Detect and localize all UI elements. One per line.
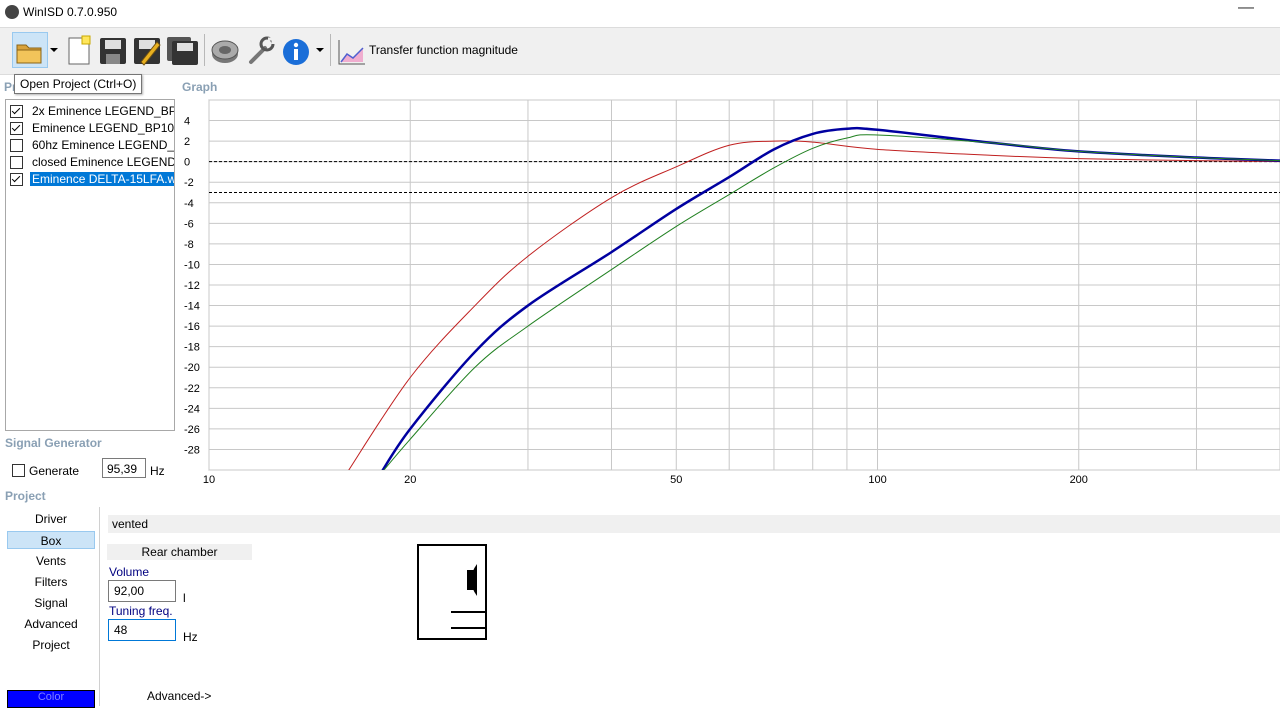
driver-editor-button[interactable] [209, 32, 241, 68]
y-tick-label: 0 [184, 157, 190, 169]
transfer-function-graph[interactable]: 420-2-4-6-8-10-12-14-16-18-20-22-24-26-2… [175, 95, 1280, 490]
generate-checkbox[interactable] [12, 464, 25, 477]
project-name: 60hz Eminence LEGEND_BP [32, 138, 175, 152]
about-button[interactable] [281, 32, 313, 68]
x-tick-label: 200 [1070, 474, 1088, 486]
title-bar [0, 0, 1280, 26]
driver-speaker-icon [211, 40, 239, 63]
signal-frequency-input[interactable]: 95,39 [102, 458, 146, 478]
y-tick-label: -22 [184, 383, 200, 395]
graph-header: Graph [182, 80, 218, 94]
open-project-button[interactable] [12, 32, 48, 68]
project-checkbox[interactable] [10, 105, 23, 118]
project-color-button[interactable]: Color [7, 690, 95, 708]
project-checkbox[interactable] [10, 173, 23, 186]
y-tick-label: 2 [184, 136, 190, 148]
save-all-button[interactable] [165, 32, 198, 68]
vented-box-diagram [417, 544, 487, 640]
y-tick-label: -4 [184, 198, 194, 210]
save-all-icon [167, 37, 198, 65]
y-tick-label: -20 [184, 362, 200, 374]
project-name: Eminence LEGEND_BP102-4 [32, 121, 175, 135]
rear-chamber-header: Rear chamber [107, 544, 252, 560]
open-folder-icon [16, 44, 42, 64]
signal-generator-header: Signal Generator [5, 436, 102, 450]
volume-input[interactable]: 92,00 [108, 580, 176, 602]
nav-item-filters[interactable]: Filters [7, 573, 95, 591]
about-dropdown[interactable] [314, 32, 326, 68]
y-tick-label: -6 [184, 218, 194, 230]
projects-list[interactable]: 2x Eminence LEGEND_BP10 Eminence LEGEND_B… [5, 99, 175, 431]
save-as-icon [134, 38, 161, 66]
dropdown-arrow-icon [316, 48, 324, 52]
tuning-freq-input[interactable]: 48 [108, 619, 176, 641]
volume-label: Volume [109, 565, 150, 579]
window-title: WinISD 0.7.0.950 [23, 5, 118, 19]
wrench-icon [249, 36, 275, 64]
box-panel [99, 507, 1280, 706]
project-name: Eminence DELTA-15LFA.wd [30, 172, 174, 186]
new-file-icon [68, 35, 91, 65]
tooltip: Open Project (Ctrl+O) [14, 74, 143, 94]
nav-item-project[interactable]: Project [7, 636, 95, 654]
y-tick-label: -8 [184, 239, 194, 251]
graph-type-label[interactable]: Transfer function magnitude [369, 43, 518, 57]
box-type-bar[interactable]: vented [108, 515, 1280, 533]
y-tick-label: -16 [184, 321, 200, 333]
x-tick-label: 100 [868, 474, 886, 486]
y-tick-label: 4 [184, 116, 190, 128]
nav-item-driver[interactable]: Driver [7, 510, 95, 528]
x-tick-label: 20 [404, 474, 416, 486]
new-project-button[interactable] [63, 32, 95, 68]
project-name: closed Eminence LEGEND_E [32, 155, 175, 169]
project-checkbox[interactable] [10, 122, 23, 135]
project-nav: Driver Box Vents Filters Signal Advanced Proje… [0, 507, 98, 706]
signal-frequency-unit: Hz [150, 464, 165, 478]
y-tick-label: -2 [184, 177, 194, 189]
volume-unit: l [183, 591, 186, 605]
toolbar-separator [204, 34, 205, 66]
dropdown-arrow-icon [50, 48, 58, 52]
advanced-link[interactable]: Advanced-> [147, 689, 211, 703]
y-tick-label: -12 [184, 280, 200, 292]
options-button[interactable] [245, 32, 277, 68]
project-checkbox[interactable] [10, 139, 23, 152]
project-checkbox[interactable] [10, 156, 23, 169]
tuning-freq-unit: Hz [183, 630, 198, 644]
minimize-button[interactable]: — [1236, 0, 1256, 19]
info-icon [283, 39, 309, 65]
tuning-freq-label: Tuning freq. [109, 604, 173, 618]
nav-item-vents[interactable]: Vents [7, 552, 95, 570]
nav-item-signal[interactable]: Signal [7, 594, 95, 612]
y-tick-label: -18 [184, 342, 200, 354]
y-tick-label: -14 [184, 301, 200, 313]
project-list-item[interactable]: 60hz Eminence LEGEND_BP [6, 137, 174, 154]
chart-icon [338, 40, 365, 65]
project-list-item[interactable]: Eminence LEGEND_BP102-4 [6, 120, 174, 137]
graph-type-button[interactable] [335, 32, 367, 68]
open-dropdown[interactable] [48, 32, 60, 68]
x-tick-label: 50 [670, 474, 682, 486]
project-list-item[interactable]: closed Eminence LEGEND_E [6, 154, 174, 171]
y-tick-label: -28 [184, 444, 200, 456]
project-list-item[interactable]: Eminence DELTA-15LFA.wd [6, 171, 174, 188]
toolbar: Transfer function magnitude [0, 27, 1280, 75]
project-header: Project [5, 489, 46, 503]
nav-item-advanced[interactable]: Advanced [7, 615, 95, 633]
nav-item-box[interactable]: Box [7, 531, 95, 549]
generate-label: Generate [29, 464, 80, 478]
y-tick-label: -26 [184, 424, 200, 436]
project-list-item[interactable]: 2x Eminence LEGEND_BP10 [6, 103, 174, 120]
save-as-button[interactable] [131, 32, 163, 68]
app-icon [5, 5, 19, 19]
y-tick-label: -10 [184, 259, 200, 271]
save-icon [100, 38, 126, 64]
toolbar-separator [330, 34, 331, 66]
y-tick-label: -24 [184, 403, 200, 415]
save-button[interactable] [97, 32, 129, 68]
project-name: 2x Eminence LEGEND_BP10 [32, 104, 175, 118]
x-tick-label: 10 [203, 474, 215, 486]
